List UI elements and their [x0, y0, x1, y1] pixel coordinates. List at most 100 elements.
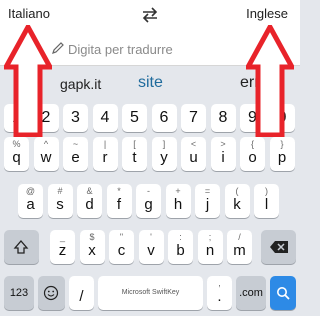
- key-secondary-char: =: [204, 186, 211, 196]
- key-secondary-char: ^: [43, 139, 49, 149]
- key-g[interactable]: -g: [136, 184, 161, 218]
- key-7[interactable]: 7: [181, 104, 206, 132]
- key-period[interactable]: ,.: [207, 276, 232, 310]
- key-secondary-char: $: [89, 232, 95, 242]
- pencil-icon: [52, 42, 64, 54]
- translate-input[interactable]: [68, 38, 268, 60]
- key-l[interactable]: ) l: [254, 184, 279, 218]
- key-label: l: [264, 196, 269, 213]
- key-label: r: [102, 149, 108, 166]
- shift-key[interactable]: [4, 230, 39, 264]
- key-secondary-char: ,: [218, 278, 221, 288]
- key-x[interactable]: $ x: [79, 230, 105, 264]
- backspace-key[interactable]: [261, 230, 296, 264]
- key-label: 7: [189, 109, 198, 126]
- key-c[interactable]: " c: [109, 230, 134, 264]
- key-e[interactable]: ~ e: [63, 137, 88, 171]
- key-label: s: [56, 196, 64, 213]
- key-y[interactable]: ] y: [151, 137, 177, 171]
- key-label: y: [160, 149, 168, 166]
- symbols-key[interactable]: 123: [4, 276, 34, 310]
- dotcom-key[interactable]: .com: [236, 276, 266, 310]
- key-label: i: [221, 149, 225, 166]
- key-label: c: [117, 242, 126, 259]
- key-3[interactable]: 3: [63, 104, 88, 132]
- key-label: f: [116, 196, 122, 213]
- key-8[interactable]: 8: [210, 104, 236, 132]
- key-label: v: [147, 242, 155, 259]
- key-u[interactable]: < u: [181, 137, 206, 171]
- key-s[interactable]: # s: [47, 184, 73, 218]
- key-label: 123: [9, 287, 29, 299]
- swap-arrows-icon[interactable]: [140, 5, 160, 25]
- key-label: p: [277, 149, 287, 166]
- key-j[interactable]: = j: [195, 184, 220, 218]
- key-secondary-char: ': [150, 232, 152, 242]
- key-slash[interactable]: /: [69, 276, 94, 310]
- key-label: u: [189, 149, 198, 166]
- key-label: h: [173, 196, 183, 213]
- shift-icon: [13, 240, 29, 254]
- key-secondary-char: &: [86, 186, 93, 196]
- key-secondary-char: +: [175, 186, 181, 196]
- key-label: a: [26, 196, 35, 213]
- key-label: n: [205, 242, 215, 259]
- target-language[interactable]: Inglese: [246, 6, 288, 21]
- key-q[interactable]: % q: [4, 137, 29, 171]
- key-label: j: [205, 196, 210, 213]
- key-secondary-char: ;: [208, 232, 212, 242]
- key-secondary-char: :: [179, 232, 182, 242]
- key-h[interactable]: + h: [165, 184, 191, 218]
- key-n[interactable]: ; n: [197, 230, 223, 264]
- key-label: k: [233, 196, 241, 213]
- key-secondary-char: @: [25, 186, 36, 196]
- key-k[interactable]: (k: [224, 184, 250, 218]
- key-6[interactable]: 6: [151, 104, 177, 132]
- key-secondary-char: #: [57, 186, 63, 196]
- key-a[interactable]: @ a: [18, 184, 43, 218]
- key-i[interactable]: > i: [210, 137, 236, 171]
- key-f[interactable]: * f: [106, 184, 132, 218]
- red-arrow-right-annotation: [246, 25, 294, 137]
- key-label: q: [12, 149, 21, 166]
- key-label: b: [176, 242, 185, 259]
- key-v[interactable]: ' v: [138, 230, 164, 264]
- key-label: m: [233, 242, 246, 259]
- key-4[interactable]: 4: [92, 104, 118, 132]
- key-d[interactable]: & d: [77, 184, 102, 218]
- key-secondary-char: *: [117, 186, 121, 196]
- key-m[interactable]: / m: [227, 230, 252, 264]
- key-p[interactable]: } p: [269, 137, 295, 171]
- suggestion-2[interactable]: site: [138, 74, 163, 92]
- key-label: 8: [218, 109, 228, 126]
- key-label: 6: [159, 109, 169, 126]
- key-t[interactable]: [t: [122, 137, 147, 171]
- red-arrow-left-annotation: [4, 25, 52, 137]
- emoji-key[interactable]: [38, 276, 65, 310]
- source-language[interactable]: Italiano: [8, 6, 50, 21]
- key-label: g: [144, 196, 153, 213]
- key-w[interactable]: ^ w: [33, 137, 59, 171]
- key-label: x: [88, 242, 96, 259]
- key-label: /: [79, 288, 84, 305]
- search-icon: [277, 287, 290, 300]
- space-key-label: Microsoft SwiftKey: [121, 289, 180, 296]
- key-secondary-char: _: [59, 232, 65, 242]
- key-b[interactable]: :b: [168, 230, 193, 264]
- key-label: 5: [130, 109, 139, 126]
- key-secondary-char: ]: [162, 139, 166, 149]
- suggestion-1[interactable]: gapk.it: [60, 76, 101, 92]
- key-o[interactable]: {o: [240, 137, 265, 171]
- key-label: e: [71, 149, 80, 166]
- key-label: d: [85, 196, 94, 213]
- key-label: 4: [100, 109, 110, 126]
- search-enter-key[interactable]: [270, 276, 296, 310]
- key-5[interactable]: 5: [122, 104, 147, 132]
- key-label: o: [248, 149, 257, 166]
- key-z[interactable]: _ z: [50, 230, 75, 264]
- emoji-icon: [43, 285, 59, 301]
- key-secondary-char: (: [235, 186, 239, 196]
- key-label: 3: [71, 109, 80, 126]
- key-r[interactable]: | r: [92, 137, 118, 171]
- space-key[interactable]: Microsoft SwiftKey: [98, 276, 203, 310]
